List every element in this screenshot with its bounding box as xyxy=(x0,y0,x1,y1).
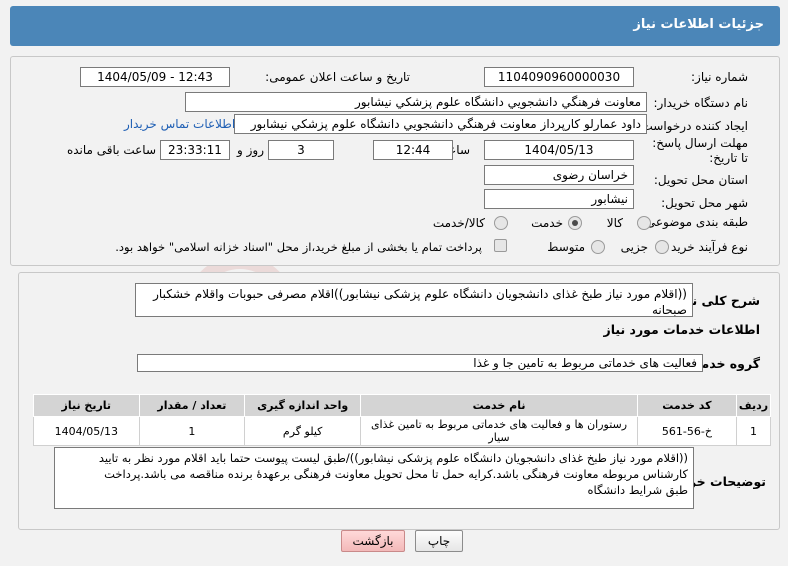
category-radio-service[interactable] xyxy=(568,216,582,230)
city-field: نیشابور xyxy=(484,189,634,209)
buyer-notes-line-1: ((اقلام مورد نیاز طبخ غذای دانشجویان دان… xyxy=(98,451,688,465)
cell-unit: کیلو گرم xyxy=(244,416,362,446)
service-group-field: فعالیت های خدماتی مربوط به تامین جا و غذ… xyxy=(137,354,703,372)
process-option-minor: جزیی xyxy=(620,240,648,254)
process-radio-minor[interactable] xyxy=(655,240,669,254)
process-option-medium: متوسط xyxy=(547,240,585,254)
col-unit: واحد اندازه گیری xyxy=(244,394,362,417)
buyer-org-label: نام دستگاه خریدار: xyxy=(653,96,749,110)
summary-textarea: ((اقلام مورد نیاز طبخ غذای دانشجویان دان… xyxy=(135,283,693,317)
category-radio-goods[interactable] xyxy=(637,216,651,230)
creator-field: داود عمارلو کارپرداز معاونت فرهنگي دانشج… xyxy=(234,114,647,134)
buyer-notes-line-3: طبق شرایط دانشگاه xyxy=(587,483,688,497)
deadline-time-field: 12:44 xyxy=(373,140,453,160)
services-table: ردیف کد خدمت نام خدمت واحد اندازه گیری ت… xyxy=(33,394,771,446)
col-code: کد خدمت xyxy=(636,394,738,417)
category-option-goods: کالا xyxy=(606,216,623,230)
col-name: نام خدمت xyxy=(360,394,638,417)
process-radio-medium[interactable] xyxy=(591,240,605,254)
need-number-label: شماره نیاز: xyxy=(691,70,748,84)
city-label: شهر محل تحویل: xyxy=(661,196,748,210)
province-label: استان محل تحویل: xyxy=(653,173,748,187)
remaining-label: ساعت باقی مانده xyxy=(66,143,156,157)
buyer-notes-textarea: ((اقلام مورد نیاز طبخ غذای دانشجویان دان… xyxy=(54,447,694,509)
back-button[interactable]: بازگشت xyxy=(341,530,405,552)
title-bar: جزئیات اطلاعات نیاز xyxy=(10,6,780,46)
treasury-checkbox[interactable] xyxy=(494,239,507,252)
treasury-note: پرداخت تمام یا بخشی از مبلغ خرید،از محل … xyxy=(115,240,482,254)
province-field: خراسان رضوی xyxy=(484,165,634,185)
print-button[interactable]: چاپ xyxy=(415,530,463,552)
creator-label: ایجاد کننده درخواست: xyxy=(637,119,748,133)
remaining-time-field: 23:33:11 xyxy=(160,140,230,160)
need-number-field: 1104090960000030 xyxy=(484,67,634,87)
announce-field: 1404/05/09 - 12:43 xyxy=(80,67,230,87)
cell-name: رستوران ها و فعالیت های خدماتی مربوط به … xyxy=(360,416,638,446)
cell-code: خ-56-561 xyxy=(636,416,738,446)
deadline-label: مهلت ارسال پاسخ: تا تاریخ: xyxy=(652,136,748,165)
deadline-date-field: 1404/05/13 xyxy=(484,140,634,160)
category-label: طبقه بندی موضوعی: xyxy=(641,215,748,229)
category-option-goods-service: کالا/خدمت xyxy=(432,216,485,230)
cell-row: 1 xyxy=(736,416,771,446)
days-field: 3 xyxy=(268,140,334,160)
announce-label: تاریخ و ساعت اعلان عمومی: xyxy=(265,70,410,84)
table-row: 1 خ-56-561 رستوران ها و فعالیت های خدمات… xyxy=(33,416,771,446)
table-header-row: ردیف کد خدمت نام خدمت واحد اندازه گیری ت… xyxy=(33,394,771,417)
cell-qty: 1 xyxy=(138,416,246,446)
cell-date: 1404/05/13 xyxy=(33,416,140,446)
category-option-service: خدمت xyxy=(531,216,563,230)
category-radio-goods-service[interactable] xyxy=(494,216,508,230)
col-date: تاریخ نیاز xyxy=(33,394,140,417)
buyer-notes-line-2: کارشناس مربوطه معاونت فرهنگی باشد.کرایه … xyxy=(104,467,688,481)
page-title: جزئیات اطلاعات نیاز xyxy=(633,17,764,32)
buyer-contact-link[interactable]: اطلاعات تماس خریدار xyxy=(124,117,235,131)
buyer-org-field: معاونت فرهنگي دانشجويي دانشگاه علوم پزشک… xyxy=(185,92,647,112)
col-qty: تعداد / مقدار xyxy=(138,394,246,417)
process-label: نوع فرآیند خرید : xyxy=(663,240,748,254)
col-row: ردیف xyxy=(736,394,771,417)
days-label: روز و xyxy=(237,143,264,157)
services-section-title: اطلاعات خدمات مورد نیاز xyxy=(603,322,761,337)
